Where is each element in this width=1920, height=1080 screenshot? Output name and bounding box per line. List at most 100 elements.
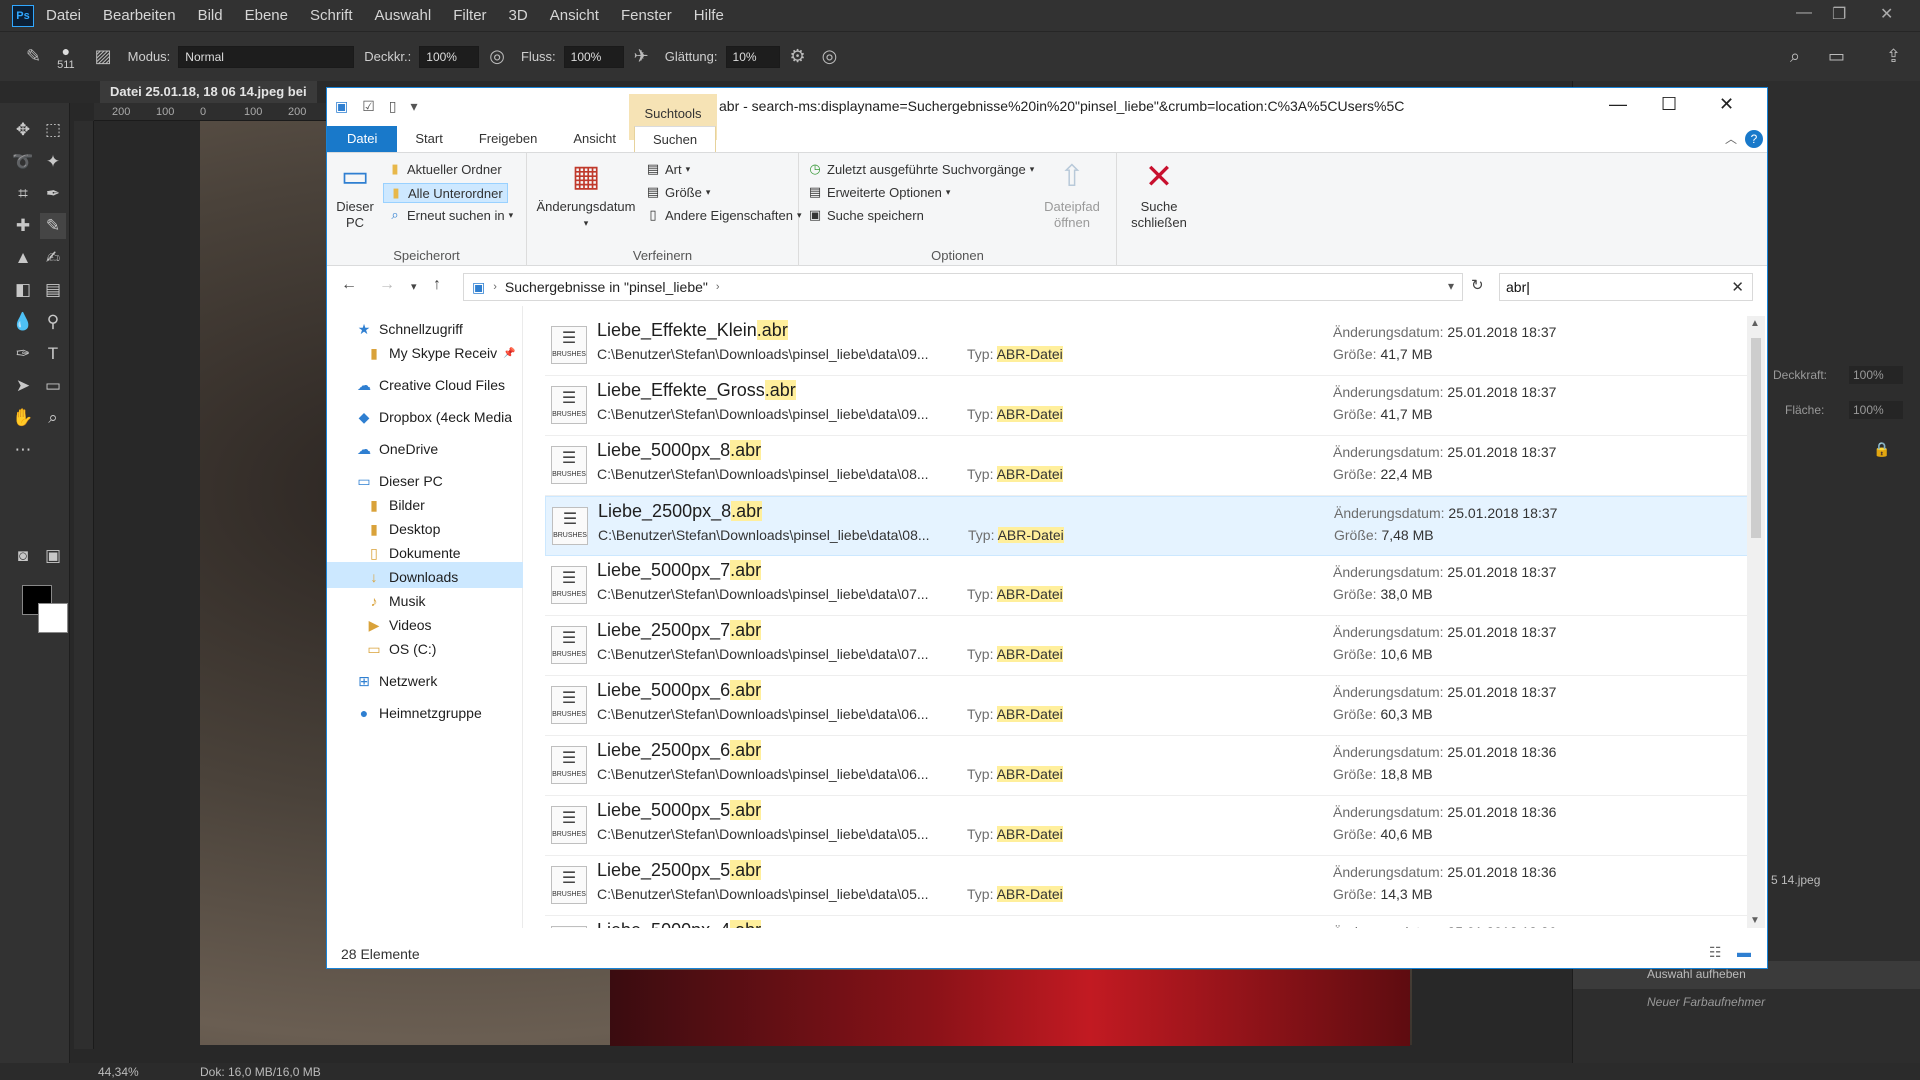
nav-item-desktop[interactable]: ▮ Desktop bbox=[327, 514, 523, 540]
eyedropper-icon[interactable]: ✒ bbox=[40, 181, 66, 207]
nav-item-creative-cloud-files[interactable]: ☁ Creative Cloud Files bbox=[327, 370, 523, 396]
mode-select[interactable]: Normal bbox=[178, 45, 355, 68]
zuletzt-ausgefuehrt-button[interactable]: ◷ Zuletzt ausgeführte Suchvorgänge ▾ bbox=[807, 161, 1034, 177]
result-name[interactable]: Liebe_2500px_6.abr bbox=[597, 740, 762, 761]
minimize-icon[interactable]: — bbox=[1609, 94, 1627, 115]
ribbon-collapse-icon[interactable]: ︿ bbox=[1725, 130, 1737, 147]
tab-suchen[interactable]: Suchen bbox=[634, 126, 717, 152]
ps-menu-bild[interactable]: Bild bbox=[198, 7, 223, 24]
ps-document-tab[interactable]: Datei 25.01.18, 18 06 14.jpeg bei bbox=[100, 81, 317, 103]
forward-arrow-icon[interactable]: → bbox=[379, 276, 395, 294]
result-name[interactable]: Liebe_2500px_5.abr bbox=[597, 860, 762, 881]
zoom-tool-icon[interactable]: ⌕ bbox=[40, 405, 66, 431]
blur-tool-icon[interactable]: 💧 bbox=[10, 309, 36, 335]
brush-tool-icon[interactable]: ✎ bbox=[40, 213, 66, 239]
scroll-up-icon[interactable]: ▲ bbox=[1750, 318, 1760, 329]
result-row[interactable]: ☰ BRUSHES Liebe_2500px_6.abr C:\Benutzer\St… bbox=[545, 736, 1749, 796]
qat-dropdown-icon[interactable]: ▾ bbox=[411, 98, 418, 115]
ps-menu-schrift[interactable]: Schrift bbox=[310, 7, 353, 24]
groesse-button[interactable]: ▤ Größe ▾ bbox=[645, 184, 711, 200]
scroll-thumb[interactable] bbox=[1751, 338, 1761, 538]
recent-locations-icon[interactable]: ▾ bbox=[411, 280, 417, 293]
nav-item-os-c[interactable]: ▭ OS (C:) bbox=[327, 634, 523, 660]
more-tools-icon[interactable]: ⋯ bbox=[10, 437, 36, 463]
share-icon[interactable]: ⇪ bbox=[1886, 46, 1901, 67]
nav-item-heimnetzgruppe[interactable]: ● Heimnetzgruppe bbox=[327, 698, 523, 724]
ps-menu-filter[interactable]: Filter bbox=[453, 7, 486, 24]
result-row[interactable]: ☰ BRUSHES Liebe_5000px_8.abr C:\Benutzer\St… bbox=[545, 436, 1749, 496]
pressure-opacity-icon[interactable]: ◎ bbox=[489, 46, 505, 67]
breadcrumb-chevron-icon[interactable]: › bbox=[716, 281, 720, 293]
layer-fill-field[interactable]: 100% bbox=[1849, 401, 1903, 419]
brush-tool-icon[interactable]: ✎ bbox=[26, 46, 41, 67]
history-item-color-sampler[interactable]: Neuer Farbaufnehmer bbox=[1573, 989, 1920, 1017]
help-icon[interactable]: ? bbox=[1745, 130, 1763, 148]
address-bar[interactable]: ▣ › Suchergebnisse in "pinsel_liebe" › ▾ bbox=[463, 273, 1463, 301]
results-scrollbar[interactable]: ▲ ▼ bbox=[1747, 316, 1765, 928]
ps-menu-bearbeiten[interactable]: Bearbeiten bbox=[103, 7, 176, 24]
back-arrow-icon[interactable]: ← bbox=[341, 276, 357, 294]
shape-tool-icon[interactable]: ▭ bbox=[40, 373, 66, 399]
result-name[interactable]: Liebe_5000px_8.abr bbox=[597, 440, 762, 461]
clear-search-icon[interactable]: ✕ bbox=[1731, 278, 1744, 296]
qat-properties-icon[interactable]: ☑ bbox=[362, 98, 375, 115]
ps-menu-ansicht[interactable]: Ansicht bbox=[550, 7, 599, 24]
healing-brush-icon[interactable]: ✚ bbox=[10, 213, 36, 239]
result-row[interactable]: ☰BRUSHES Liebe_5000px_4.abr Änderungsdatum… bbox=[545, 916, 1749, 928]
search-icon[interactable]: ⌕ bbox=[1790, 46, 1800, 67]
result-row[interactable]: ☰ BRUSHES Liebe_2500px_7.abr C:\Benutzer\St… bbox=[545, 616, 1749, 676]
close-icon[interactable]: ✕ bbox=[1719, 94, 1734, 115]
erweiterte-optionen-button[interactable]: ▤ Erweiterte Optionen ▾ bbox=[807, 184, 951, 200]
lasso-tool-icon[interactable]: ➰ bbox=[10, 149, 36, 175]
brush-preset-picker[interactable]: ● 511 bbox=[57, 43, 75, 71]
maximize-icon[interactable]: ☐ bbox=[1661, 94, 1677, 115]
tab-datei[interactable]: Datei bbox=[327, 126, 398, 152]
result-row[interactable]: ☰ BRUSHES Liebe_5000px_5.abr C:\Benutzer\St… bbox=[545, 796, 1749, 856]
move-tool-icon[interactable]: ✥ bbox=[10, 117, 36, 143]
result-name[interactable]: Liebe_Effekte_Klein.abr bbox=[597, 320, 788, 341]
path-select-icon[interactable]: ➤ bbox=[10, 373, 36, 399]
details-view-icon[interactable]: ☷ bbox=[1709, 944, 1722, 961]
screen-mode-icon[interactable]: ▣ bbox=[40, 543, 66, 569]
up-arrow-icon[interactable]: ↑ bbox=[433, 276, 441, 294]
ps-menu-3d[interactable]: 3D bbox=[509, 7, 528, 24]
nav-item-schnellzugriff[interactable]: ★ Schnellzugriff bbox=[327, 314, 523, 340]
stamp-tool-icon[interactable]: ▲ bbox=[10, 245, 36, 271]
nav-item-videos[interactable]: ▶ Videos bbox=[327, 610, 523, 636]
quick-select-icon[interactable]: ✦ bbox=[40, 149, 66, 175]
nav-item-dieser-pc[interactable]: ▭ Dieser PC bbox=[327, 466, 523, 492]
opacity-field[interactable]: 100% bbox=[419, 45, 480, 68]
result-row[interactable]: ☰ BRUSHES Liebe_Effekte_Klein.abr C:\Benutz… bbox=[545, 316, 1749, 376]
layer-opacity-field[interactable]: 100% bbox=[1849, 366, 1903, 384]
andere-eigenschaften-button[interactable]: ▯ Andere Eigenschaften ▾ bbox=[645, 207, 801, 223]
result-row[interactable]: ☰ BRUSHES Liebe_Effekte_Gross.abr C:\Benutz… bbox=[545, 376, 1749, 436]
dodge-tool-icon[interactable]: ⚲ bbox=[40, 309, 66, 335]
eraser-tool-icon[interactable]: ◧ bbox=[10, 277, 36, 303]
erneut-suchen-button[interactable]: ⌕ Erneut suchen in ▾ bbox=[387, 207, 513, 223]
alle-unterordner-button[interactable]: ▮ Alle Unterordner bbox=[383, 183, 508, 203]
pressure-size-icon[interactable]: ◎ bbox=[822, 46, 838, 67]
airbrush-icon[interactable]: ✈ bbox=[634, 46, 649, 67]
zoom-level[interactable]: 44,34% bbox=[98, 1065, 139, 1079]
tab-freigeben[interactable]: Freigeben bbox=[461, 126, 556, 152]
result-name[interactable]: Liebe_2500px_8.abr bbox=[598, 501, 763, 522]
smoothing-field[interactable]: 10% bbox=[725, 45, 780, 68]
result-name[interactable]: Liebe_5000px_6.abr bbox=[597, 680, 762, 701]
aktueller-ordner-button[interactable]: ▮ Aktueller Ordner bbox=[387, 161, 501, 177]
result-row[interactable]: ☰ BRUSHES Liebe_2500px_8.abr C:\Benutzer\St… bbox=[545, 496, 1749, 556]
address-dropdown-icon[interactable]: ▾ bbox=[1448, 279, 1454, 293]
pin-icon[interactable]: 📌 bbox=[503, 348, 515, 359]
marquee-tool-icon[interactable]: ⬚ bbox=[40, 117, 66, 143]
result-name[interactable]: Liebe_2500px_7.abr bbox=[597, 620, 762, 641]
scroll-down-icon[interactable]: ▼ bbox=[1750, 915, 1760, 926]
result-row[interactable]: ☰ BRUSHES Liebe_5000px_7.abr C:\Benutzer\St… bbox=[545, 556, 1749, 616]
background-color-swatch[interactable] bbox=[38, 603, 68, 633]
crop-tool-icon[interactable]: ⌗ bbox=[10, 181, 36, 207]
tab-ansicht[interactable]: Ansicht bbox=[555, 126, 634, 152]
nav-item-my-skype-receiv[interactable]: ▮ My Skype Receiv 📌 bbox=[327, 338, 523, 364]
suche-schliessen-button[interactable]: ✕ Suche schließen bbox=[1123, 159, 1195, 231]
nav-item-onedrive[interactable]: ☁ OneDrive bbox=[327, 434, 523, 460]
qat-new-folder-icon[interactable]: ▯ bbox=[389, 98, 397, 115]
tiles-view-icon[interactable]: ▬ bbox=[1737, 944, 1751, 960]
tab-start[interactable]: Start bbox=[397, 126, 460, 152]
